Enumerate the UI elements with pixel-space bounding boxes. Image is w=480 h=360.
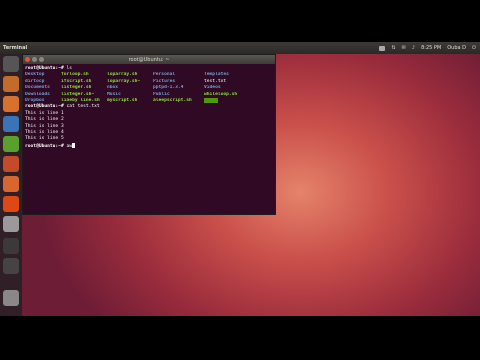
firefox-icon[interactable] bbox=[3, 96, 19, 112]
writer-icon[interactable] bbox=[3, 116, 19, 132]
cat-output: This is line 1 This is line 2 This is line… bbox=[25, 111, 273, 143]
trash-icon[interactable] bbox=[3, 290, 19, 306]
terminal-output[interactable]: root@Ubuntu:~# ls Desktop forloop.sh lopar… bbox=[23, 64, 275, 151]
dash-icon[interactable] bbox=[3, 56, 19, 72]
text-cursor bbox=[72, 142, 76, 148]
prompt: root@Ubuntu:~# bbox=[25, 143, 67, 149]
calc-icon[interactable] bbox=[3, 136, 19, 152]
desktop: Terminal ⇅ ✉ ♪ 8:25 PM Ouba D ⏻ root@Ubu… bbox=[0, 42, 480, 316]
workspace-icon[interactable] bbox=[3, 258, 19, 274]
command: ls bbox=[66, 66, 73, 71]
window-titlebar[interactable]: root@Ubuntu: ~ bbox=[23, 55, 275, 64]
ls-entry: aleepscript.sh bbox=[153, 97, 192, 103]
ls-entry: myscript.sh bbox=[107, 97, 138, 103]
system-tray: ⇅ ✉ ♪ 8:25 PM Ouba D ⏻ bbox=[379, 45, 476, 51]
command: cat test.txt bbox=[66, 104, 100, 110]
clock[interactable]: 8:25 PM bbox=[421, 45, 441, 51]
folder-icon[interactable] bbox=[3, 76, 19, 92]
settings-icon[interactable] bbox=[3, 216, 19, 232]
terminal-window[interactable]: root@Ubuntu: ~ root@Ubuntu:~# ls Desktop… bbox=[22, 54, 276, 215]
prompt: root@Ubuntu:~# bbox=[25, 66, 67, 71]
software-center-icon[interactable] bbox=[3, 176, 19, 192]
active-app-title: Terminal bbox=[3, 45, 28, 51]
prompt: root@Ubuntu:~# bbox=[25, 104, 67, 110]
user-menu[interactable]: Ouba D bbox=[447, 45, 466, 51]
window-title: root@Ubuntu: ~ bbox=[128, 56, 170, 63]
top-panel: Terminal ⇅ ✉ ♪ 8:25 PM Ouba D ⏻ bbox=[0, 42, 480, 54]
mail-icon[interactable]: ✉ bbox=[402, 45, 406, 51]
impress-icon[interactable] bbox=[3, 156, 19, 172]
volume-icon[interactable]: ♪ bbox=[412, 45, 415, 51]
power-icon[interactable]: ⏻ bbox=[472, 45, 476, 51]
ubuntu-one-icon[interactable] bbox=[3, 196, 19, 212]
keyboard-icon[interactable] bbox=[379, 45, 386, 51]
ls-entry: █████ bbox=[204, 97, 264, 104]
network-icon[interactable]: ⇅ bbox=[391, 45, 395, 51]
ls-output: Desktop forloop.sh loparray.sh Personal Temp… bbox=[25, 72, 273, 104]
terminal-icon[interactable] bbox=[3, 238, 19, 254]
launcher bbox=[0, 54, 22, 316]
highlighted-entry: █████ bbox=[204, 97, 218, 103]
